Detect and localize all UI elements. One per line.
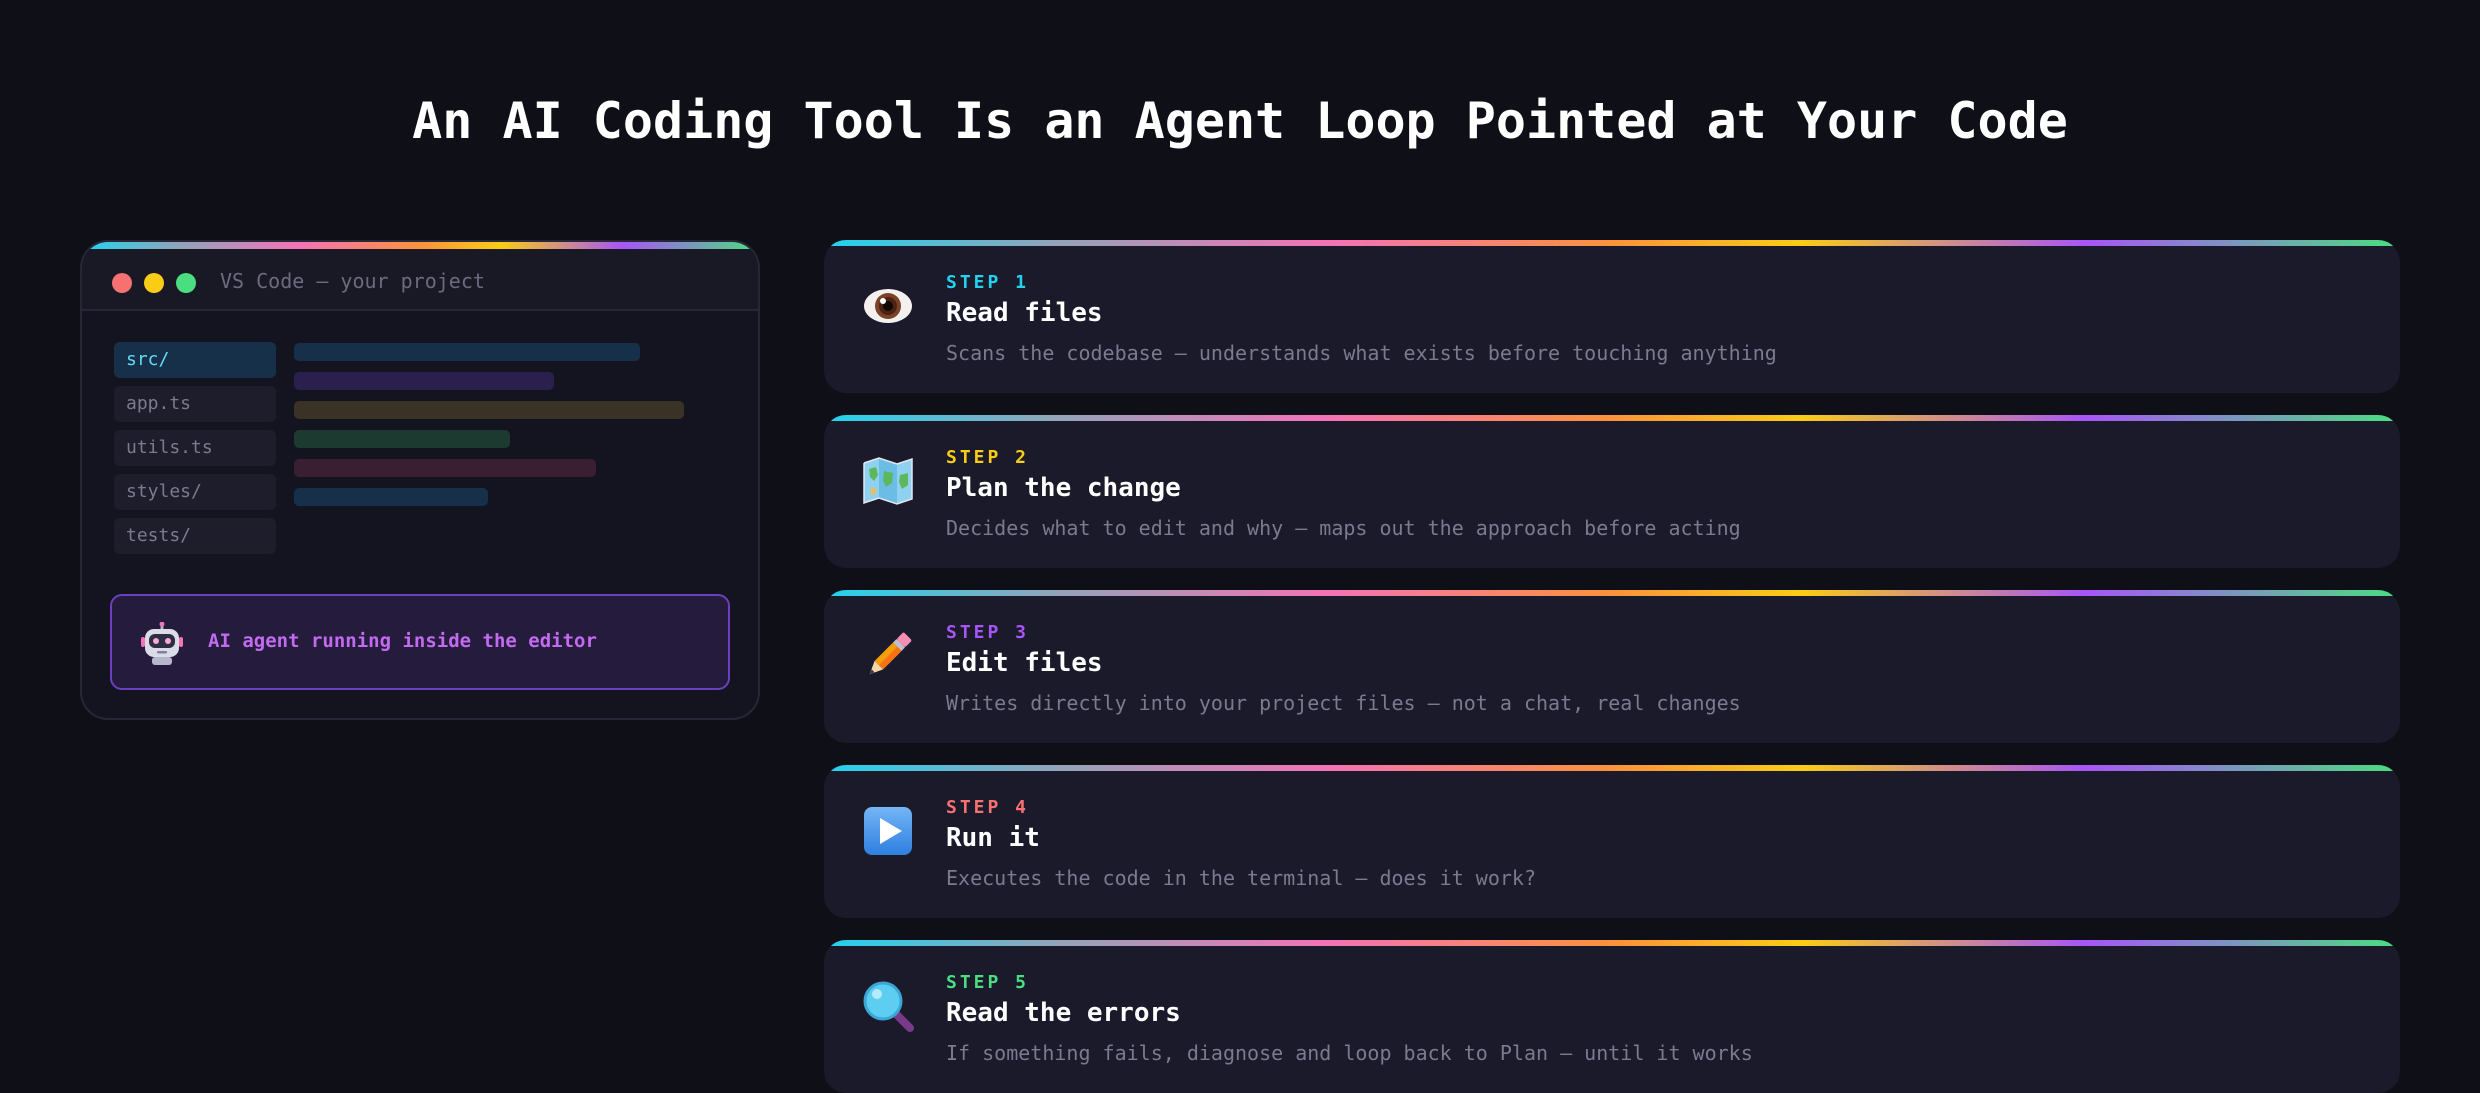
file-item-src[interactable]: src/ bbox=[114, 342, 276, 378]
magnifier-icon bbox=[863, 981, 914, 1032]
robot-icon bbox=[141, 622, 183, 665]
file-item-app-ts[interactable]: app.ts bbox=[114, 386, 276, 422]
code-line bbox=[294, 401, 684, 419]
editor-window: VS Code — your project src/ app.ts utils… bbox=[80, 240, 760, 720]
agent-status-box: AI agent running inside the editor bbox=[110, 594, 730, 690]
step-title: Run it bbox=[946, 823, 1040, 853]
step-title: Read files bbox=[946, 298, 1103, 328]
minimize-window-button[interactable] bbox=[144, 273, 164, 293]
map-icon bbox=[863, 457, 913, 505]
page-title: An AI Coding Tool Is an Agent Loop Point… bbox=[412, 92, 2068, 150]
code-line bbox=[294, 488, 488, 506]
close-window-button[interactable] bbox=[112, 273, 132, 293]
step-gradient-bar bbox=[824, 590, 2400, 596]
editor-window-title: VS Code — your project bbox=[220, 269, 485, 293]
step-description: Decides what to edit and why — maps out … bbox=[946, 516, 1741, 540]
step-title: Read the errors bbox=[946, 998, 1181, 1028]
step-card-plan-the-change: STEP 2 Plan the change Decides what to e… bbox=[824, 415, 2400, 568]
step-number: STEP 1 bbox=[946, 272, 1030, 293]
step-card-run-it: STEP 4 Run it Executes the code in the t… bbox=[824, 765, 2400, 918]
file-item-tests[interactable]: tests/ bbox=[114, 518, 276, 554]
step-title: Plan the change bbox=[946, 473, 1181, 503]
step-number: STEP 2 bbox=[946, 447, 1030, 468]
step-number: STEP 4 bbox=[946, 797, 1030, 818]
step-card-read-files: STEP 1 Read files Scans the codebase — u… bbox=[824, 240, 2400, 393]
step-number: STEP 5 bbox=[946, 972, 1030, 993]
agent-status-label: AI agent running inside the editor bbox=[208, 630, 597, 652]
step-gradient-bar bbox=[824, 415, 2400, 421]
eye-icon bbox=[864, 289, 912, 323]
step-gradient-bar bbox=[824, 940, 2400, 946]
editor-gradient-bar bbox=[82, 242, 758, 249]
step-description: Scans the codebase — understands what ex… bbox=[946, 341, 1777, 365]
editor-titlebar: VS Code — your project bbox=[82, 249, 758, 311]
step-card-edit-files: STEP 3 Edit files Writes directly into y… bbox=[824, 590, 2400, 743]
file-item-utils-ts[interactable]: utils.ts bbox=[114, 430, 276, 466]
step-description: Writes directly into your project files … bbox=[946, 691, 1741, 715]
code-line bbox=[294, 372, 554, 390]
maximize-window-button[interactable] bbox=[176, 273, 196, 293]
step-gradient-bar bbox=[824, 240, 2400, 246]
code-line bbox=[294, 343, 640, 361]
play-icon bbox=[864, 807, 912, 855]
step-number: STEP 3 bbox=[946, 622, 1030, 643]
pencil-icon bbox=[869, 632, 912, 675]
step-card-read-the-errors: STEP 5 Read the errors If something fail… bbox=[824, 940, 2400, 1093]
code-line bbox=[294, 430, 510, 448]
step-description: If something fails, diagnose and loop ba… bbox=[946, 1041, 1753, 1065]
step-title: Edit files bbox=[946, 648, 1103, 678]
file-item-styles[interactable]: styles/ bbox=[114, 474, 276, 510]
file-explorer: src/ app.ts utils.ts styles/ tests/ bbox=[114, 342, 276, 562]
step-description: Executes the code in the terminal — does… bbox=[946, 866, 1537, 890]
step-gradient-bar bbox=[824, 765, 2400, 771]
code-line bbox=[294, 459, 596, 477]
